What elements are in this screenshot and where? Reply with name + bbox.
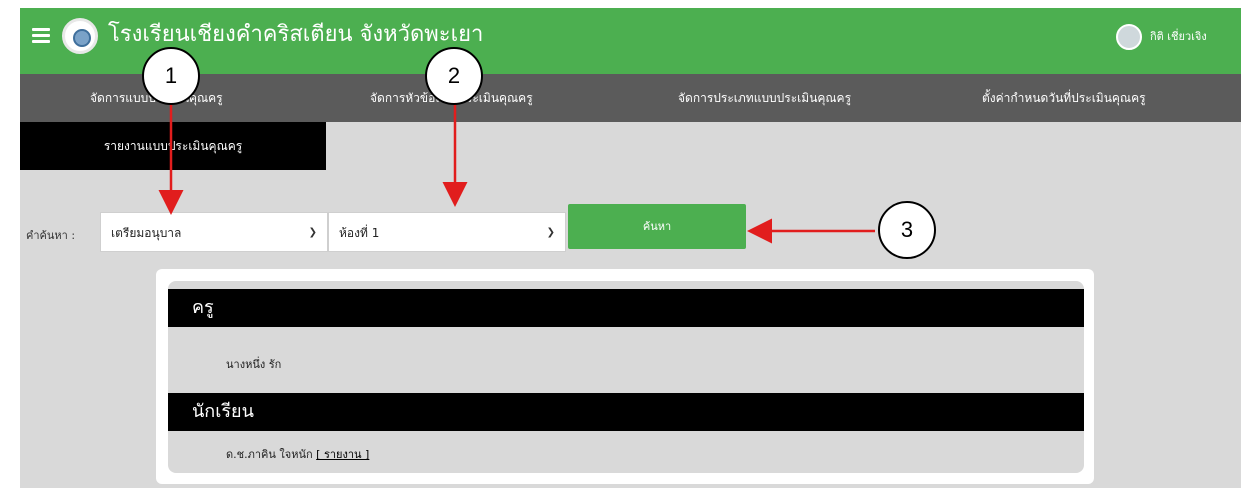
student-heading: นักเรียน (168, 393, 1084, 431)
level-select[interactable]: เตรียมอนุบาล ❯ (100, 212, 328, 252)
menu-item-settings-dates[interactable]: ตั้งค่ากำหนดวันที่ประเมินคุณครู (982, 74, 1146, 122)
teacher-name: นางหนึ่ง รัก (226, 358, 282, 371)
search-button[interactable]: ค้นหา (568, 204, 746, 249)
results-card: ครู นางหนึ่ง รัก นักเรียน ด.ช.ภาคิน ใจหน… (156, 269, 1094, 484)
user-name[interactable]: กิติ เชี่ยวเจิง (1150, 27, 1207, 45)
avatar[interactable] (1116, 24, 1142, 50)
school-logo (62, 18, 98, 54)
callout-3: 3 (878, 201, 936, 259)
results-panel: ครู นางหนึ่ง รัก นักเรียน ด.ช.ภาคิน ใจหน… (168, 281, 1084, 473)
callout-1: 1 (142, 47, 200, 105)
level-select-value: เตรียมอนุบาล (111, 226, 182, 240)
room-select-value: ห้องที่ 1 (339, 226, 380, 240)
app-window: โรงเรียนเชียงคำคริสเตียน จังหวัดพะเยา กิ… (20, 8, 1241, 488)
teacher-heading: ครู (168, 289, 1084, 327)
search-label: คำค้นหา : (26, 229, 76, 242)
top-bar: โรงเรียนเชียงคำคริสเตียน จังหวัดพะเยา กิ… (20, 8, 1241, 74)
chevron-down-icon: ❯ (308, 227, 317, 238)
report-link[interactable]: [ รายงาน ] (316, 448, 369, 461)
menu-item-manage-types[interactable]: จัดการประเภทแบบประเมินคุณครู (678, 74, 851, 122)
callout-2: 2 (425, 47, 483, 105)
main-menu: จัดการแบบประเมินคุณครู จัดการหัวข้อแบบปร… (20, 74, 1241, 122)
app-title: โรงเรียนเชียงคำคริสเตียน จังหวัดพะเยา (108, 22, 484, 47)
room-select[interactable]: ห้องที่ 1 ❯ (328, 212, 566, 252)
student-name: ด.ช.ภาคิน ใจหนัก (226, 448, 313, 461)
chevron-down-icon: ❯ (546, 227, 555, 238)
menu-item-report[interactable]: รายงานแบบประเมินคุณครู (20, 122, 326, 170)
student-row: ด.ช.ภาคิน ใจหนัก [ รายงาน ] (226, 445, 369, 463)
menu-icon[interactable] (32, 28, 50, 44)
